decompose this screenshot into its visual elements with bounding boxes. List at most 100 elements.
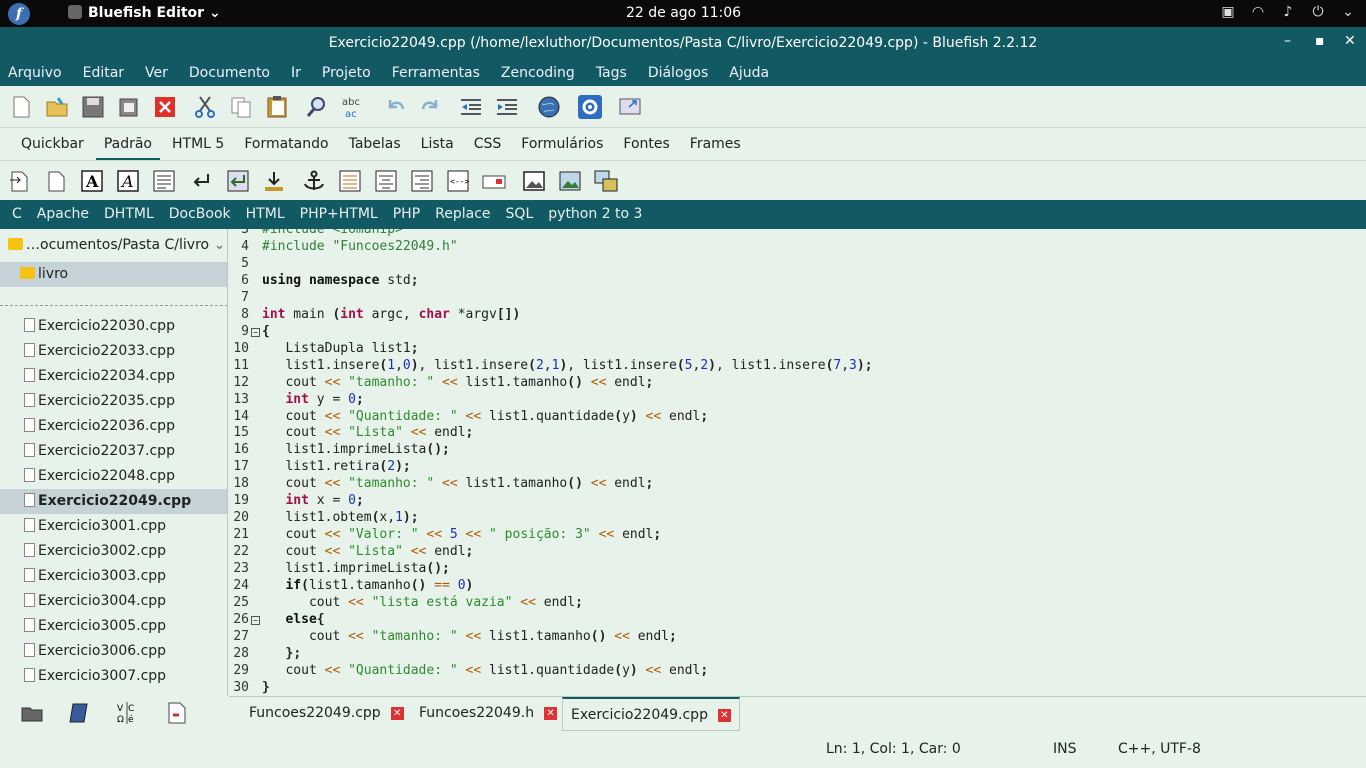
snippet-menu[interactable]: DocBook xyxy=(169,200,231,229)
paragraph-icon[interactable] xyxy=(152,170,176,192)
screenshot-icon[interactable]: ▣ xyxy=(1220,4,1236,20)
close-icon[interactable]: ✕ xyxy=(1344,33,1356,49)
app-menu[interactable]: Bluefish Editor ⌄ xyxy=(68,5,221,21)
file-item[interactable]: Exercicio3003.cpp xyxy=(0,564,227,589)
close-tab-icon[interactable]: ✕ xyxy=(717,709,731,722)
menu-item[interactable]: Arquivo xyxy=(8,60,62,86)
language-encoding[interactable]: C++, UTF-8 xyxy=(1118,741,1201,757)
tab-lista[interactable]: Lista xyxy=(421,128,454,160)
redo-icon[interactable] xyxy=(418,94,444,120)
maximize-icon[interactable]: ▪ xyxy=(1315,33,1325,49)
file-item[interactable]: Exercicio22033.cpp xyxy=(0,339,227,364)
snippet-menu[interactable]: DHTML xyxy=(104,200,154,229)
minimize-icon[interactable]: – xyxy=(1284,33,1291,49)
wifi-icon[interactable]: ◠ xyxy=(1250,4,1266,20)
charmap-tab-icon[interactable]: VCΩé xyxy=(116,701,140,725)
fold-toggle-icon[interactable]: − xyxy=(251,615,260,625)
tab-frames[interactable]: Frames xyxy=(690,128,741,160)
break-icon[interactable] xyxy=(190,170,214,192)
snippet-menu[interactable]: SQL xyxy=(506,200,534,229)
file-item[interactable]: Exercicio22036.cpp xyxy=(0,414,227,439)
snippet-menu[interactable]: python 2 to 3 xyxy=(548,200,642,229)
insert-mode[interactable]: INS xyxy=(1053,741,1077,757)
spellcheck-icon[interactable]: abc ac xyxy=(340,94,366,120)
menu-item[interactable]: Editar xyxy=(83,60,124,86)
tab-formatando[interactable]: Formatando xyxy=(244,128,328,160)
fedora-logo-icon[interactable]: f xyxy=(8,3,30,25)
file-item[interactable]: Exercicio22035.cpp xyxy=(0,389,227,414)
filebrowser-tab-icon[interactable] xyxy=(20,701,44,725)
menu-item[interactable]: Projeto xyxy=(322,60,371,86)
text-block-icon[interactable] xyxy=(338,170,362,192)
comment-icon[interactable]: <--> xyxy=(446,170,470,192)
snippet-menu[interactable]: PHP+HTML xyxy=(300,200,378,229)
menu-item[interactable]: Diálogos xyxy=(648,60,708,86)
tab-exercicio-cpp[interactable]: Exercicio22049.cpp ✕ xyxy=(562,697,740,731)
current-directory[interactable]: livro xyxy=(0,262,227,287)
file-item[interactable]: Exercicio22049.cpp xyxy=(0,489,227,514)
file-item[interactable]: Exercicio22048.cpp xyxy=(0,464,227,489)
menu-item[interactable]: Ajuda xyxy=(729,60,769,86)
tab-padrão[interactable]: Padrão xyxy=(95,128,160,160)
snippet-menu[interactable]: C xyxy=(12,200,22,229)
insert-icon[interactable] xyxy=(262,170,286,192)
unindent-icon[interactable] xyxy=(458,94,484,120)
tab-css[interactable]: CSS xyxy=(474,128,502,160)
file-item[interactable]: Exercicio3001.cpp xyxy=(0,514,227,539)
snippet-menu[interactable]: Apache xyxy=(37,200,89,229)
close-tab-icon[interactable]: ✕ xyxy=(544,707,558,720)
align-right-icon[interactable] xyxy=(410,170,434,192)
file-item[interactable]: Exercicio22037.cpp xyxy=(0,439,227,464)
close-tab-icon[interactable]: ✕ xyxy=(390,707,404,720)
break-clear-icon[interactable] xyxy=(226,170,250,192)
tab-html-5[interactable]: HTML 5 xyxy=(172,128,224,160)
volume-icon[interactable]: ♪ xyxy=(1280,4,1296,20)
undo-icon[interactable] xyxy=(382,94,408,120)
file-item[interactable]: Exercicio3007.cpp xyxy=(0,664,227,689)
tab-fontes[interactable]: Fontes xyxy=(623,128,669,160)
italic-icon[interactable]: A xyxy=(116,170,140,192)
system-tray[interactable]: ▣ ◠ ♪ ⏻ ⌄ xyxy=(1220,4,1356,20)
tab-funcoes-cpp[interactable]: Funcoes22049.cpp ✕ xyxy=(249,697,404,731)
find-icon[interactable] xyxy=(304,94,330,120)
thumbnail-icon[interactable] xyxy=(558,170,582,192)
body-icon[interactable] xyxy=(44,170,68,192)
multi-thumbnail-icon[interactable] xyxy=(594,170,618,192)
center-icon[interactable] xyxy=(374,170,398,192)
new-file-icon[interactable] xyxy=(8,94,34,120)
bold-icon[interactable]: A xyxy=(80,170,104,192)
menu-item[interactable]: Ir xyxy=(291,60,301,86)
tab-funcoes-h[interactable]: Funcoes22049.h ✕ xyxy=(419,697,558,731)
menu-item[interactable]: Zencoding xyxy=(501,60,575,86)
snippet-menu[interactable]: HTML xyxy=(246,200,285,229)
chevron-down-icon[interactable]: ⌄ xyxy=(1340,4,1356,20)
snippet-menu[interactable]: Replace xyxy=(435,200,490,229)
power-icon[interactable]: ⏻ xyxy=(1310,4,1326,20)
file-item[interactable]: Exercicio3005.cpp xyxy=(0,614,227,639)
save-icon[interactable] xyxy=(80,94,106,120)
tab-quickbar[interactable]: Quickbar xyxy=(21,128,84,160)
code-editor[interactable]: #include <iomanip> 3 4 #include "Funcoes2… xyxy=(229,229,1366,696)
snippets-tab-icon[interactable] xyxy=(165,701,189,725)
paste-icon[interactable] xyxy=(264,94,290,120)
email-icon[interactable] xyxy=(482,170,506,192)
file-item[interactable]: Exercicio3002.cpp xyxy=(0,539,227,564)
preferences-icon[interactable] xyxy=(577,94,603,120)
file-item[interactable]: Exercicio22034.cpp xyxy=(0,364,227,389)
tab-tabelas[interactable]: Tabelas xyxy=(349,128,401,160)
fold-toggle-icon[interactable]: − xyxy=(251,327,260,337)
copy-icon[interactable] xyxy=(228,94,254,120)
menu-item[interactable]: Ferramentas xyxy=(392,60,480,86)
tab-formulários[interactable]: Formulários xyxy=(521,128,603,160)
path-selector[interactable]: …ocumentos/Pasta C/livro ⌄ xyxy=(8,237,225,253)
anchor-icon[interactable] xyxy=(302,170,326,192)
image-icon[interactable] xyxy=(522,170,546,192)
menu-item[interactable]: Ver xyxy=(145,60,168,86)
cut-icon[interactable] xyxy=(192,94,218,120)
save-as-icon[interactable] xyxy=(116,94,142,120)
close-file-icon[interactable] xyxy=(152,94,178,120)
snippet-menu[interactable]: PHP xyxy=(393,200,420,229)
menu-item[interactable]: Documento xyxy=(189,60,270,86)
menu-item[interactable]: Tags xyxy=(596,60,627,86)
file-item[interactable]: Exercicio22030.cpp xyxy=(0,314,227,339)
